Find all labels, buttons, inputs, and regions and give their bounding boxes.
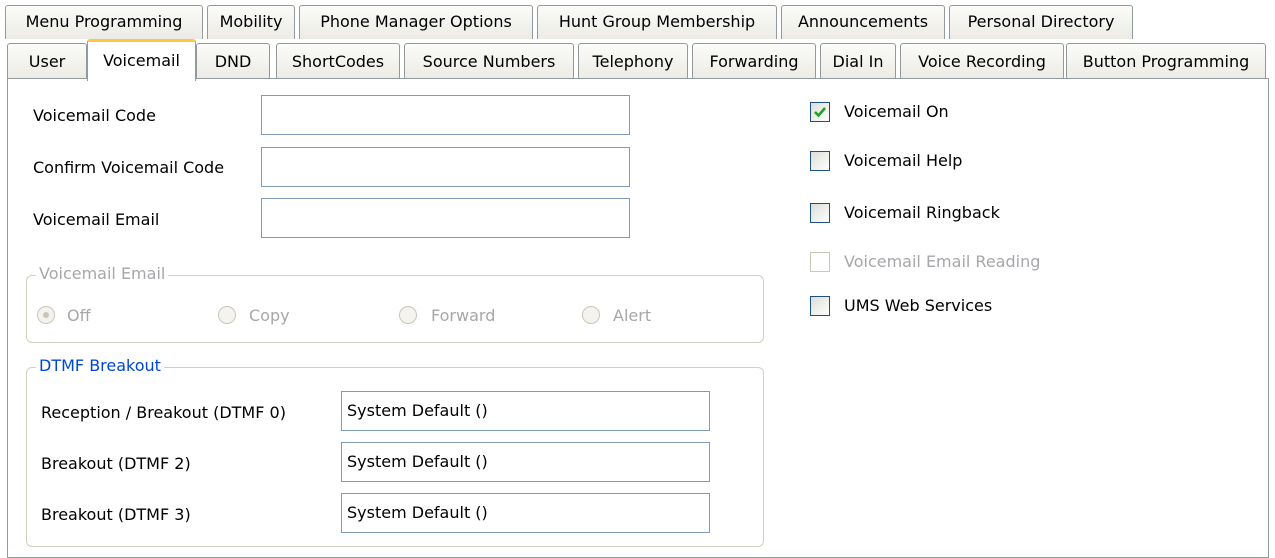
voicemail-help-label: Voicemail Help (844, 151, 963, 170)
voicemail-on-checkbox[interactable] (810, 102, 830, 122)
confirm-voicemail-code-input[interactable] (261, 147, 630, 187)
tab-voicemail[interactable]: Voicemail (87, 39, 196, 81)
voicemail-ringback-label: Voicemail Ringback (844, 203, 1000, 222)
dtmf0-label: Reception / Breakout (DTMF 0) (41, 403, 286, 422)
voicemail-email-label: Voicemail Email (33, 210, 160, 229)
voicemail-ringback-checkbox[interactable] (810, 203, 830, 223)
voicemail-code-input[interactable] (261, 95, 630, 135)
voicemail-code-label: Voicemail Code (33, 106, 156, 125)
radio-copy-label: Copy (249, 306, 290, 325)
dtmf-breakout-legend: DTMF Breakout (36, 356, 164, 375)
voicemail-email-group-legend: Voicemail Email (36, 264, 169, 283)
tab-user[interactable]: User (7, 43, 87, 79)
dtmf2-label: Breakout (DTMF 2) (41, 454, 191, 473)
tab-personal-directory[interactable]: Personal Directory (949, 5, 1133, 39)
tab-forwarding[interactable]: Forwarding (692, 43, 816, 79)
dtmf0-input[interactable]: System Default () (341, 391, 710, 431)
voicemail-email-input[interactable] (261, 198, 630, 238)
tab-phone-manager-options[interactable]: Phone Manager Options (299, 5, 533, 39)
tab-button-programming[interactable]: Button Programming (1066, 43, 1266, 79)
tab-announcements[interactable]: Announcements (781, 5, 945, 39)
voicemail-email-group (26, 275, 764, 343)
voicemail-email-reading-checkbox[interactable] (810, 252, 830, 272)
radio-copy[interactable] (218, 306, 236, 324)
tab-voice-recording[interactable]: Voice Recording (900, 43, 1064, 79)
radio-off-label: Off (67, 306, 91, 325)
tab-dnd[interactable]: DND (196, 43, 270, 79)
tab-dial-in[interactable]: Dial In (820, 43, 896, 79)
tab-shortcodes[interactable]: ShortCodes (276, 43, 400, 79)
radio-alert-label: Alert (613, 306, 652, 325)
radio-forward[interactable] (399, 306, 417, 324)
radio-forward-label: Forward (431, 306, 496, 325)
tab-hunt-group-membership[interactable]: Hunt Group Membership (537, 5, 777, 39)
dtmf3-label: Breakout (DTMF 3) (41, 505, 191, 524)
voicemail-on-label: Voicemail On (844, 102, 949, 121)
ums-web-services-checkbox[interactable] (810, 296, 830, 316)
tab-menu-programming[interactable]: Menu Programming (5, 5, 203, 39)
confirm-voicemail-code-label: Confirm Voicemail Code (33, 158, 225, 177)
tab-telephony[interactable]: Telephony (578, 43, 688, 79)
tab-mobility[interactable]: Mobility (207, 5, 295, 39)
radio-off[interactable] (37, 306, 55, 324)
radio-selected-dot (43, 312, 49, 318)
tab-source-numbers[interactable]: Source Numbers (404, 43, 574, 79)
check-mark-icon (814, 107, 826, 118)
radio-alert[interactable] (582, 306, 600, 324)
dtmf3-input[interactable]: System Default () (341, 493, 710, 533)
ums-web-services-label: UMS Web Services (844, 296, 993, 315)
dtmf2-input[interactable]: System Default () (341, 442, 710, 482)
voicemail-help-checkbox[interactable] (810, 151, 830, 171)
voicemail-email-reading-label: Voicemail Email Reading (844, 252, 1041, 271)
